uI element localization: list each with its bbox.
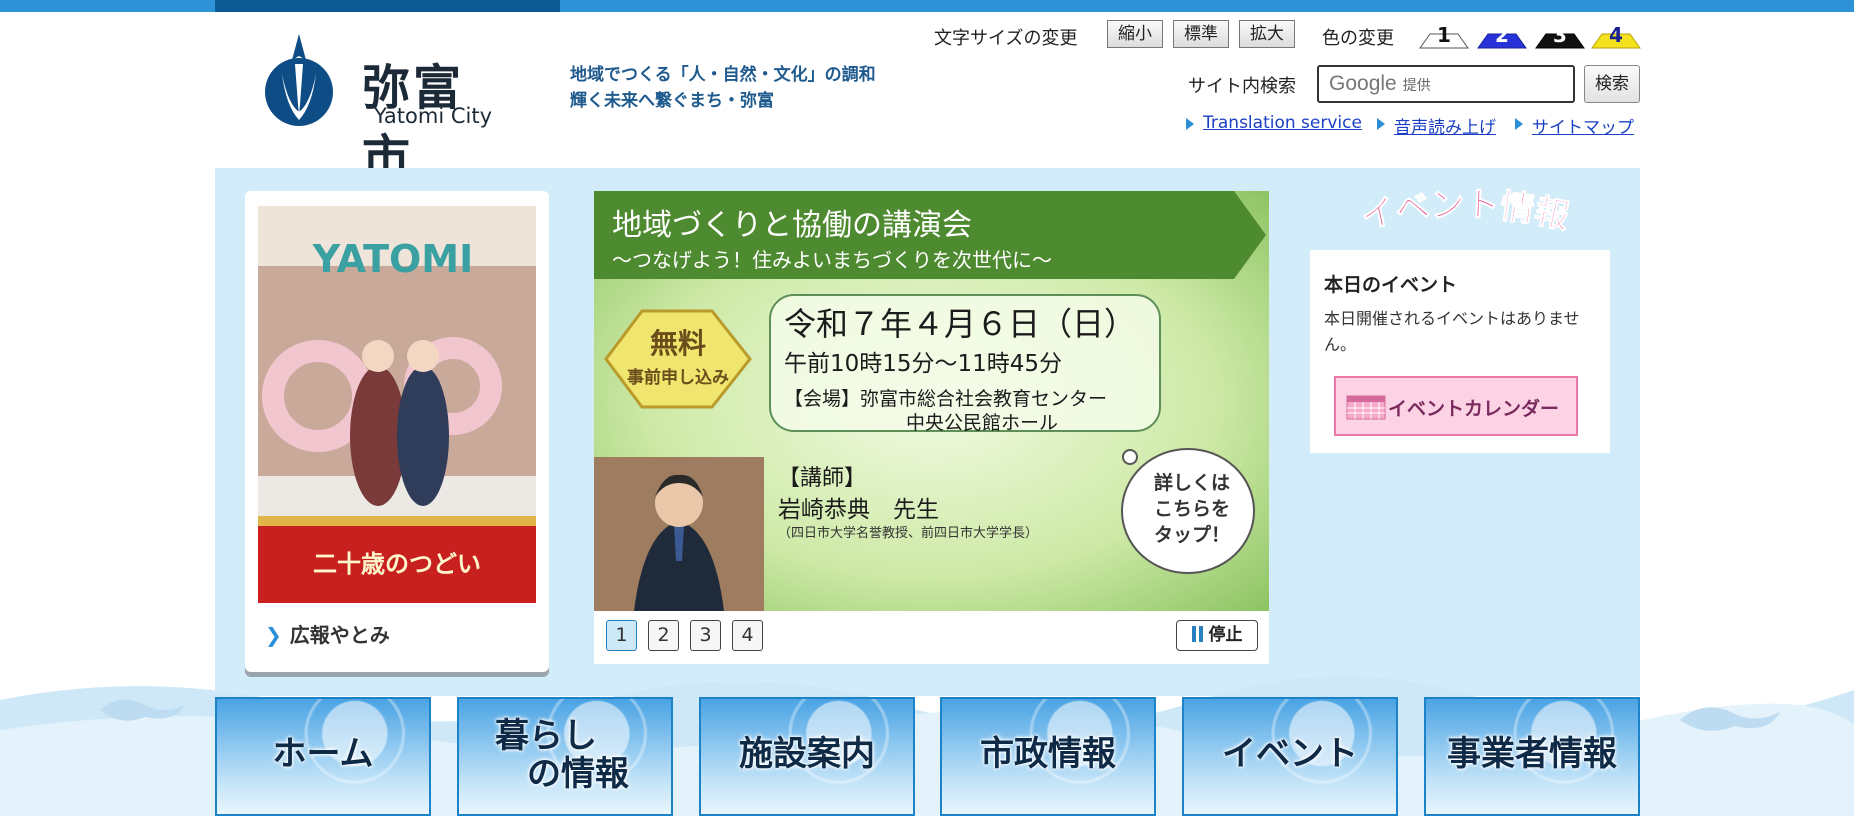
today-event-text: 本日開催されるイベントはありません。	[1324, 309, 1580, 354]
nav-city-government[interactable]: 市政情報	[940, 697, 1156, 816]
slide-4-button[interactable]: 4	[732, 620, 763, 651]
slide-1-button[interactable]: 1	[606, 620, 637, 651]
banner-date: 令和７年４月６日（日）	[784, 305, 1136, 343]
link-arrow-icon	[1515, 118, 1523, 130]
top-stripe	[0, 0, 1854, 12]
tagline: 地域でつくる「人・自然・文化」の調和 輝く未来へ繋ぐまち・弥富	[570, 62, 876, 114]
search-button[interactable]: 検索	[1584, 65, 1640, 103]
nav-events-label: イベント	[1222, 734, 1358, 774]
nav-living-label: 暮らし の情報	[459, 717, 671, 793]
kouhou-link[interactable]: ❯ 広報やとみ	[265, 619, 390, 648]
calendar-icon	[1346, 395, 1386, 420]
slide-3-button[interactable]: 3	[690, 620, 721, 651]
kouhou-link-label: 広報やとみ	[289, 623, 390, 647]
color-1-icon: 1	[1419, 23, 1469, 49]
nav-facilities-label: 施設案内	[739, 734, 875, 774]
translation-link[interactable]: Translation service	[1203, 113, 1362, 133]
today-event-heading: 本日のイベント	[1324, 274, 1458, 296]
nav-business[interactable]: 事業者情報	[1424, 697, 1640, 816]
color-4-label: 4	[1609, 23, 1623, 47]
color-2-icon: 2	[1477, 23, 1527, 49]
speech-link[interactable]: 音声読み上げ	[1394, 113, 1496, 138]
event-calendar-label: イベントカレンダー	[1388, 398, 1560, 420]
color-4-icon: 4	[1591, 23, 1641, 49]
nav-city-government-label: 市政情報	[980, 734, 1116, 774]
event-info-title: イベント情報	[1357, 184, 1573, 238]
banner-venue-2: 中央公民館ホール	[906, 412, 1058, 434]
nav-events[interactable]: イベント	[1182, 697, 1398, 816]
tagline-line-2: 輝く未来へ繋ぐまち・弥富	[570, 91, 774, 111]
banner-tap-2: こちらを	[1154, 498, 1230, 520]
nav-living-label-line2: の情報	[527, 754, 629, 794]
banner-speaker-heading: 【講師】	[778, 466, 866, 491]
city-emblem-icon	[265, 34, 333, 126]
site-logo[interactable]: 弥富市 Yatomi City	[262, 34, 502, 186]
nav-living-label-line1: 暮らし	[495, 716, 597, 756]
event-info-heading: イベント情報	[1357, 184, 1573, 238]
nav-business-label: 事業者情報	[1447, 734, 1617, 774]
kouhou-cover-image[interactable]: YATOMI 二十歳のつどい	[258, 206, 536, 603]
pause-icon	[1198, 626, 1203, 642]
color-change-label: 色の変更	[1322, 28, 1394, 49]
banner-badge-sub: 事前申し込み	[627, 367, 729, 388]
color-option-3-button[interactable]: 3	[1534, 20, 1586, 50]
banner-badge-main: 無料	[650, 327, 706, 360]
font-size-label: 文字サイズの変更	[934, 28, 1078, 49]
event-calendar-button[interactable]: イベントカレンダー	[1334, 376, 1578, 436]
font-size-standard-button[interactable]: 標準	[1173, 20, 1229, 48]
city-name-en: Yatomi City	[374, 104, 493, 128]
banner-tap-1: 詳しくは	[1154, 471, 1230, 494]
font-size-large-button[interactable]: 拡大	[1239, 20, 1295, 48]
search-placeholder-suffix: 提供	[1402, 78, 1431, 94]
svg-text:イベント情報: イベント情報	[1358, 185, 1573, 238]
banner-venue-1: 【会場】弥富市総合社会教育センター	[784, 388, 1107, 410]
color-3-label: 3	[1553, 23, 1567, 47]
nav-living[interactable]: 暮らし の情報	[457, 697, 673, 816]
banner-tap-3: タップ！	[1154, 523, 1230, 546]
slideshow-stop-button[interactable]: 停止	[1176, 620, 1258, 651]
kouhou-cover-caption: 二十歳のつどい	[313, 550, 481, 578]
color-1-label: 1	[1437, 23, 1451, 47]
event-info-card: 本日のイベント 本日開催されるイベントはありません。 イベントカレンダー	[1310, 250, 1610, 453]
top-stripe-accent	[215, 0, 560, 12]
font-size-small-button[interactable]: 縮小	[1107, 20, 1163, 48]
sitemap-link[interactable]: サイトマップ	[1532, 113, 1634, 138]
banner-subtitle: ～つなげよう！住みよいまちづくりを次世代に～	[612, 248, 1052, 272]
color-2-label: 2	[1495, 23, 1509, 47]
banner-slideshow: 地域づくりと協働の講演会 ～つなげよう！住みよいまちづくりを次世代に～ 無料 事…	[594, 191, 1269, 664]
kouhou-card[interactable]: YATOMI 二十歳のつどい ❯ 広報やとみ	[245, 191, 549, 672]
search-placeholder-brand: Google	[1329, 72, 1397, 95]
stop-label: 停止	[1208, 625, 1243, 645]
nav-home[interactable]: ホーム	[215, 697, 431, 816]
nav-home-label: ホーム	[272, 734, 374, 774]
color-option-1-button[interactable]: 1	[1418, 20, 1470, 50]
slide-2-button[interactable]: 2	[648, 620, 679, 651]
nav-facilities[interactable]: 施設案内	[699, 697, 915, 816]
color-option-2-button[interactable]: 2	[1476, 20, 1528, 50]
banner-speaker-name: 岩崎恭典 先生	[778, 497, 939, 523]
tagline-line-1: 地域でつくる「人・自然・文化」の調和	[570, 65, 876, 85]
color-3-icon: 3	[1535, 23, 1585, 49]
color-option-4-button[interactable]: 4	[1590, 20, 1642, 50]
banner-time: 午前10時15分～11時45分	[784, 351, 1062, 377]
lecture-banner: 地域づくりと協働の講演会 ～つなげよう！住みよいまちづくりを次世代に～ 無料 事…	[594, 191, 1269, 611]
kouhou-cover-title: YATOMI	[312, 237, 474, 281]
link-arrow-icon	[1186, 118, 1194, 130]
banner-slide-image[interactable]: 地域づくりと協働の講演会 ～つなげよう！住みよいまちづくりを次世代に～ 無料 事…	[594, 191, 1269, 611]
search-input[interactable]: Google 提供	[1317, 65, 1575, 103]
kouhou-cover-illustration: YATOMI 二十歳のつどい	[258, 206, 536, 603]
banner-title: 地域づくりと協働の講演会	[612, 208, 972, 243]
link-arrow-icon	[1377, 118, 1385, 130]
search-label: サイト内検索	[1188, 76, 1296, 97]
chevron-right-icon: ❯	[265, 623, 282, 647]
banner-speaker-title: （四日市大学名誉教授、前四日市大学学長）	[778, 525, 1038, 541]
pause-icon	[1191, 626, 1196, 642]
